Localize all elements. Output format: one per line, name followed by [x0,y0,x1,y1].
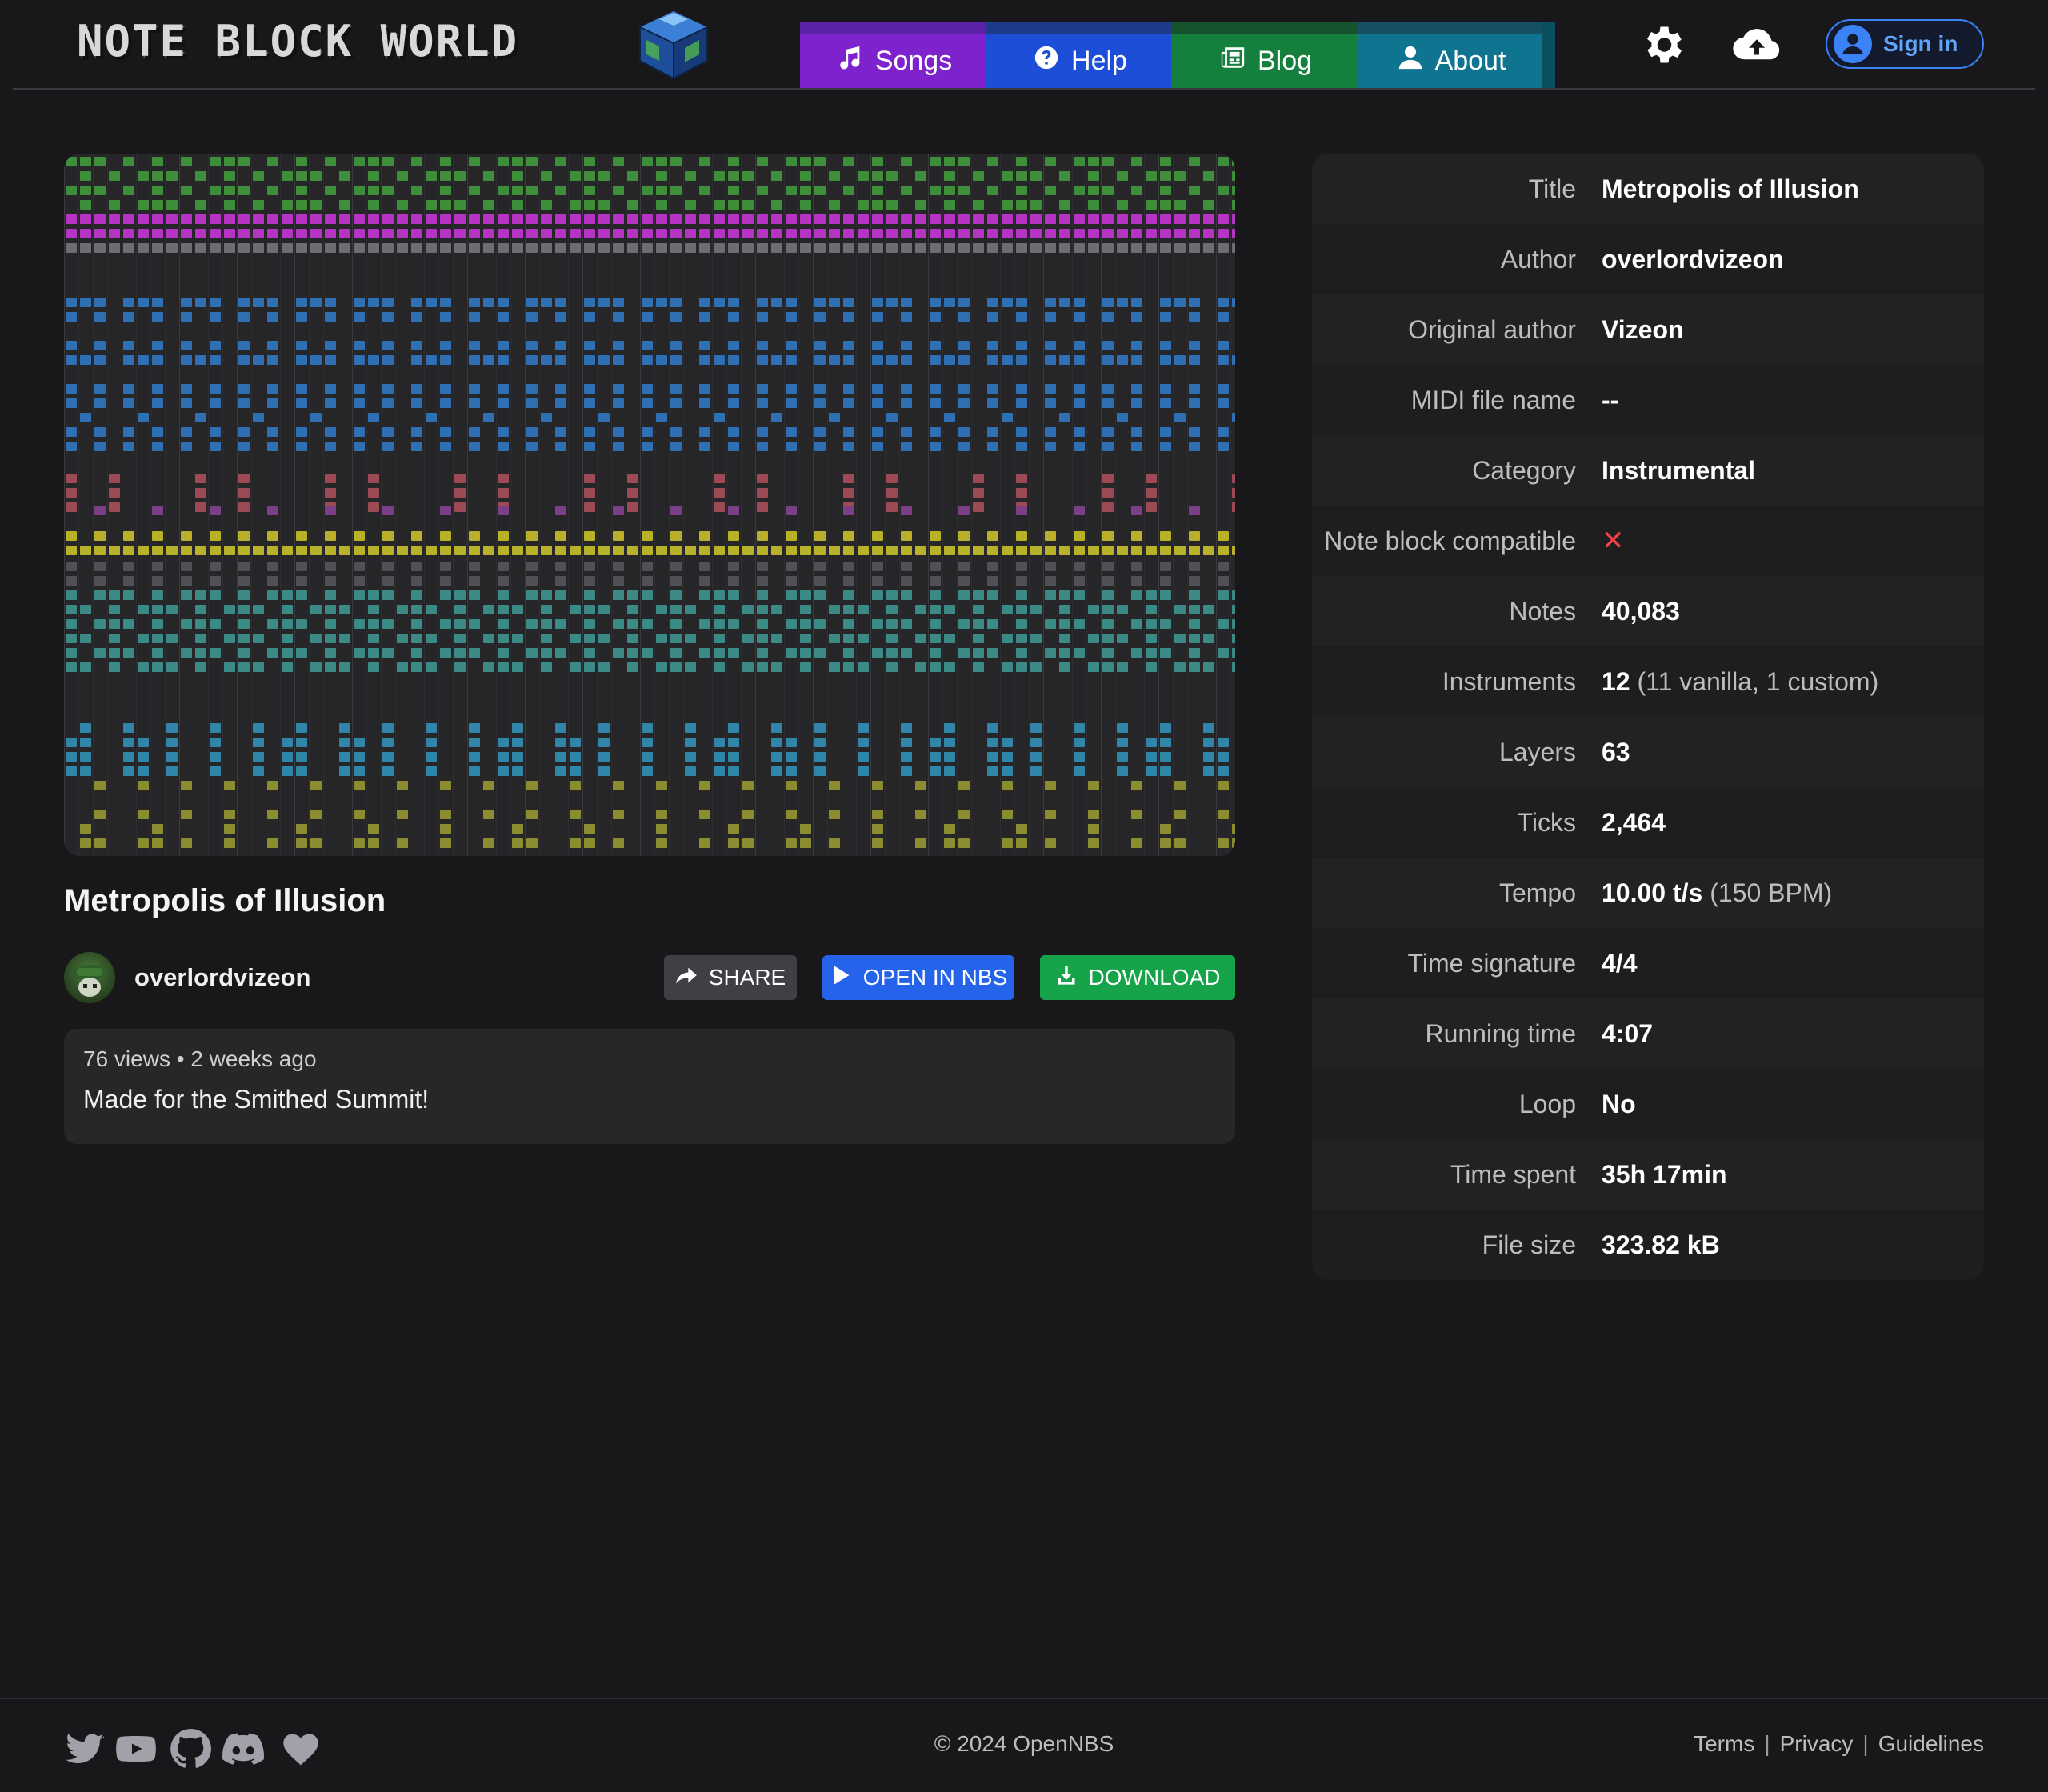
info-row-title: Title Metropolis of Illusion [1312,154,1984,224]
info-row-layers: Layers 63 [1312,717,1984,787]
download-icon [1055,964,1078,992]
site-logo-text[interactable]: NOTE BLOCK WORLD [77,16,518,66]
info-row-loop: Loop No [1312,1069,1984,1139]
info-value: overlordvizeon [1602,244,1784,274]
song-description: Made for the Smithed Summit! [83,1085,430,1114]
info-row-note-block-compatible: Note block compatible ✕ [1312,506,1984,576]
close-icon: ✕ [1602,526,1625,556]
info-value: 4:07 [1602,1018,1654,1048]
cloud-upload-icon[interactable] [1733,21,1781,69]
info-value: 12 (11 vanilla, 1 custom) [1602,667,1878,697]
nav-tab-blog[interactable]: Blog [1171,22,1360,88]
link-separator: | [1764,1731,1770,1756]
info-label: Running time [1425,1018,1576,1048]
info-label: Ticks [1517,807,1576,837]
info-row-tempo: Tempo 10.00 t/s (150 BPM) [1312,858,1984,928]
user-icon [1397,44,1424,78]
play-icon [830,964,852,992]
info-row-author: Author overlordvizeon [1312,224,1984,294]
info-label: Category [1472,455,1576,485]
info-value: 35h 17min [1602,1159,1727,1189]
user-circle-icon [1834,25,1872,63]
info-row-time-signature: Time signature 4/4 [1312,928,1984,998]
open-in-nbs-button[interactable]: OPEN IN NBS [822,955,1014,1000]
avatar[interactable] [64,952,115,1003]
song-info-table: Title Metropolis of Illusion Author over… [1312,154,1984,1280]
info-value: 40,083 [1602,596,1680,626]
guidelines-link[interactable]: Guidelines [1878,1731,1984,1757]
info-value: Metropolis of Illusion [1602,174,1859,203]
share-button[interactable]: SHARE [664,955,797,1000]
music-note-icon [837,44,864,78]
share-label: SHARE [708,965,786,990]
info-row-time-spent: Time spent 35h 17min [1312,1139,1984,1210]
newspaper-icon [1219,44,1246,78]
info-label: MIDI file name [1410,385,1576,414]
link-separator: | [1862,1731,1869,1756]
open-in-nbs-label: OPEN IN NBS [862,965,1008,990]
info-row-ticks: Ticks 2,464 [1312,787,1984,858]
nav-tab-label: Blog [1257,45,1313,76]
info-row-midi-file-name: MIDI file name -- [1312,365,1984,435]
info-value-detail: (11 vanilla, 1 custom) [1637,666,1879,696]
info-value: -- [1602,385,1619,414]
info-label: Time signature [1407,948,1576,978]
info-value: 63 [1602,737,1630,766]
info-label: Note block compatible [1324,526,1576,555]
gear-icon[interactable] [1638,21,1686,69]
question-circle-icon [1033,44,1060,78]
info-row-original-author: Original author Vizeon [1312,294,1984,365]
info-row-category: Category Instrumental [1312,435,1984,506]
info-value-main: 10.00 t/s [1602,878,1703,907]
info-value: Instrumental [1602,455,1756,485]
info-row-file-size: File size 323.82 kB [1312,1210,1984,1280]
note-block-logo-icon[interactable] [635,8,712,80]
site-footer: © 2024 OpenNBS Terms | Privacy | Guideli… [0,1698,2048,1792]
info-label: Time spent [1450,1159,1576,1189]
nav-tab-shadow [1542,22,1555,88]
info-label: Layers [1498,737,1576,766]
terms-link[interactable]: Terms [1694,1731,1754,1757]
info-label: Notes [1509,596,1576,626]
share-icon [675,964,698,992]
info-label: Loop [1518,1089,1576,1118]
info-row-instruments: Instruments 12 (11 vanilla, 1 custom) [1312,646,1984,717]
uploader-name[interactable]: overlordvizeon [134,963,311,992]
download-button[interactable]: DOWNLOAD [1040,955,1235,1000]
nav-tab-label: Songs [874,45,953,76]
info-label: Instruments [1442,666,1576,696]
info-value: 323.82 kB [1602,1230,1720,1259]
privacy-link[interactable]: Privacy [1780,1731,1854,1757]
nav-tab-label: Help [1071,45,1127,76]
download-label: DOWNLOAD [1088,965,1221,990]
nav-tab-about[interactable]: About [1357,22,1546,88]
info-value-main: 12 [1602,666,1630,696]
info-value-detail: (150 BPM) [1710,878,1833,907]
info-value: 4/4 [1602,948,1638,978]
nav-tab-songs[interactable]: Songs [800,22,989,88]
info-row-notes: Notes 40,083 [1312,576,1984,646]
nav-tab-help[interactable]: Help [986,22,1174,88]
info-label: Author [1500,244,1576,274]
footer-links: Terms | Privacy | Guidelines [1694,1731,1984,1757]
description-box: 76 views • 2 weeks ago Made for the Smit… [64,1029,1235,1144]
song-title: Metropolis of Illusion [64,883,386,918]
info-label: Original author [1408,314,1576,344]
info-row-running-time: Running time 4:07 [1312,998,1984,1069]
info-value: 10.00 t/s (150 BPM) [1602,878,1832,908]
sign-in-button[interactable]: Sign in [1826,19,1984,69]
info-value: 2,464 [1602,807,1666,837]
nav-tab-label: About [1434,45,1506,76]
view-count-and-date: 76 views • 2 weeks ago [83,1046,317,1071]
site-header: NOTE BLOCK WORLD Songs Help Blog About S… [13,0,2035,90]
piano-roll-image [64,154,1235,856]
sign-in-label: Sign in [1883,31,1958,56]
info-value: No [1602,1089,1636,1118]
song-thumbnail[interactable] [64,154,1235,856]
info-label: File size [1482,1230,1576,1259]
info-label: Title [1528,174,1576,203]
info-label: Tempo [1498,878,1576,907]
info-value: Vizeon [1602,314,1684,344]
